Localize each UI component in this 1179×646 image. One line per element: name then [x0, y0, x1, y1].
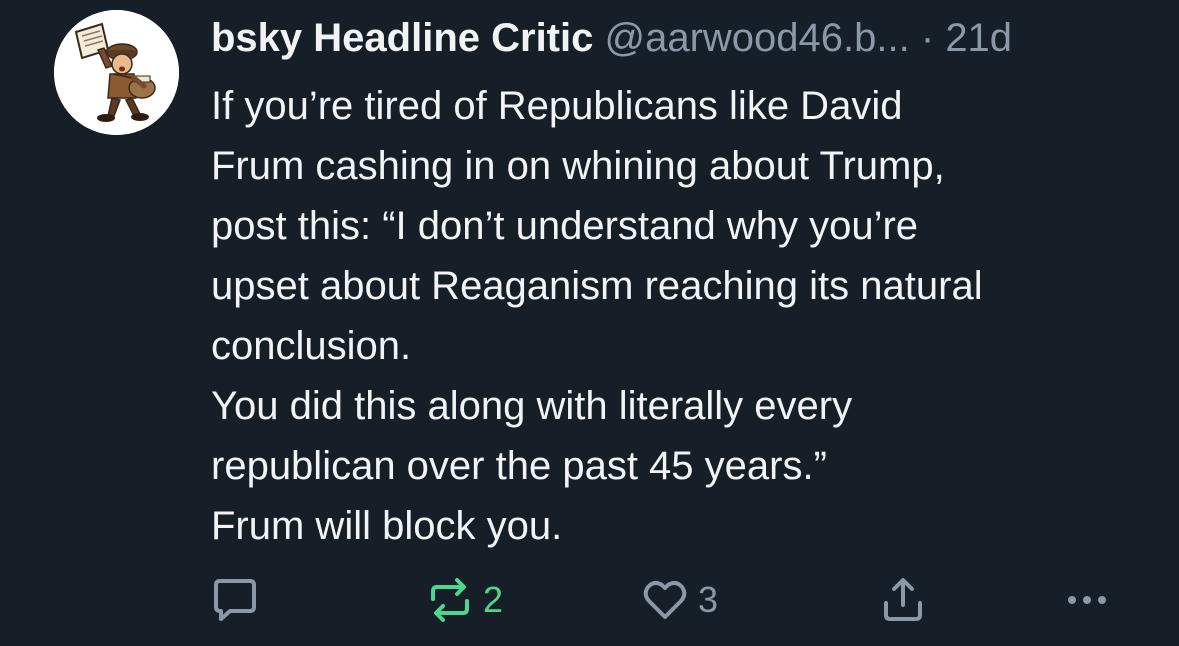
- post-text-line: conclusion.: [211, 324, 412, 368]
- post-text-line: republican over the past 45 years.”: [211, 444, 827, 488]
- like-button[interactable]: 3: [640, 570, 718, 630]
- share-button[interactable]: [878, 570, 928, 630]
- repost-button[interactable]: 2: [425, 570, 503, 630]
- post-text-line: If you’re tired of Republicans like Davi…: [211, 84, 903, 128]
- reply-icon: [214, 579, 256, 621]
- post-text-line: You did this along with literally every: [211, 384, 853, 428]
- repost-icon: [431, 578, 469, 622]
- heart-icon: [643, 580, 687, 619]
- repost-count: 2: [483, 579, 504, 620]
- post-text: If you’re tired of Republicans like Davi…: [211, 76, 1151, 556]
- post-text-line: Frum cashing in on whining about Trump,: [211, 144, 945, 188]
- more-options-icon: [1068, 596, 1106, 604]
- post-text-line: upset about Reaganism reaching its natur…: [211, 264, 983, 308]
- post-age[interactable]: 21d: [945, 16, 1012, 60]
- reply-button[interactable]: [210, 570, 260, 630]
- author-avatar[interactable]: [54, 10, 179, 135]
- post-text-line: Frum will block you.: [211, 504, 563, 548]
- post-actions-bar: 2 3: [0, 570, 1179, 630]
- share-icon: [884, 578, 922, 621]
- author-display-name[interactable]: bsky Headline Critic: [211, 16, 593, 60]
- post-card[interactable]: bsky Headline Critic @aarwood46.b... · 2…: [0, 0, 1179, 646]
- post-text-line: post this: “I don’t understand why you’r…: [211, 204, 919, 248]
- more-options-button[interactable]: [1062, 570, 1112, 630]
- header-separator: ·: [920, 16, 935, 60]
- like-count: 3: [698, 579, 719, 620]
- post-header: bsky Headline Critic @aarwood46.b... · 2…: [211, 12, 1012, 64]
- newsboy-avatar-icon: [54, 10, 179, 135]
- author-handle[interactable]: @aarwood46.b...: [605, 16, 910, 60]
